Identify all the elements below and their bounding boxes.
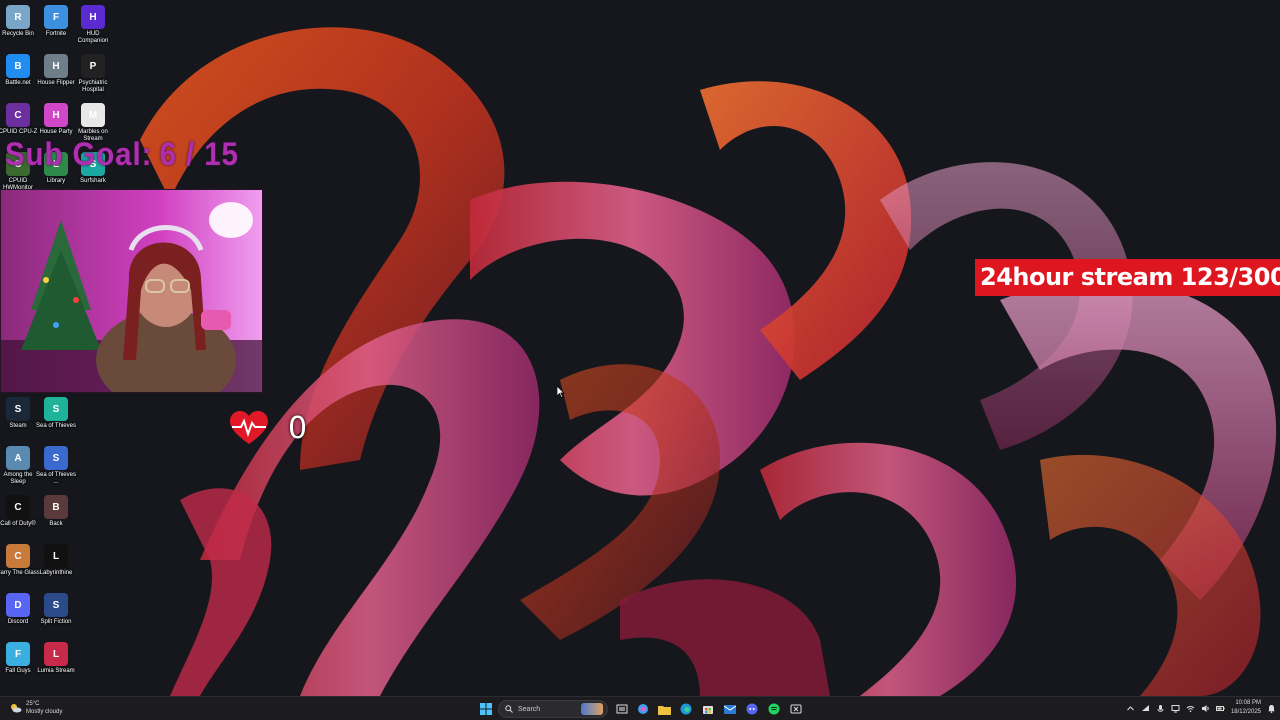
windows-logo-icon — [480, 703, 492, 715]
fall-guys-icon: F — [6, 642, 30, 666]
search-icon — [505, 705, 513, 713]
desktop-icon-label: Sea of Thieves — [36, 423, 76, 429]
outlook-button[interactable] — [722, 701, 738, 717]
cloud-sun-icon — [11, 704, 22, 713]
discord-icon: D — [6, 593, 30, 617]
battlenet-icon: B — [6, 54, 30, 78]
folder-icon — [657, 705, 671, 715]
weather-widget[interactable]: 25°C Mostly cloudy — [10, 700, 62, 716]
sea-of-thieves-icon: S — [44, 397, 68, 421]
wifi-icon[interactable] — [1186, 704, 1195, 713]
desktop-icon-label: Lumia Stream — [37, 668, 75, 674]
taskbar-clock[interactable]: 10:08 PM 18/12/2025 — [1231, 699, 1261, 717]
system-tray: 10:08 PM 18/12/2025 — [1126, 699, 1276, 717]
carry-the-glass-icon: C — [6, 544, 30, 568]
network-icon[interactable] — [1141, 704, 1150, 713]
copilot-button[interactable] — [635, 701, 651, 717]
back-icon: B — [44, 495, 68, 519]
spotify-icon — [768, 703, 780, 715]
microphone-icon[interactable] — [1156, 704, 1165, 713]
weather-description: Mostly cloudy — [26, 709, 63, 715]
heart-rate-widget: 0 — [228, 410, 307, 446]
desktop-icon-music-note[interactable]: S Sea of Thieves ... — [35, 446, 77, 486]
labyrinthine-icon: L — [44, 544, 68, 568]
heart-rate-icon — [230, 411, 268, 444]
discord-taskbar-button[interactable] — [744, 701, 760, 717]
store-button[interactable] — [700, 701, 716, 717]
notification-bell-icon[interactable] — [1267, 704, 1276, 713]
search-highlight-icon — [581, 703, 603, 715]
hud-fx-icon: H — [81, 5, 105, 29]
clock-time: 10:08 PM — [1235, 700, 1261, 706]
call-of-duty-icon: C — [6, 495, 30, 519]
stream-goal-banner: 24hour stream 123/300 — [975, 259, 1280, 296]
webcam-image — [1, 190, 262, 392]
mouse-cursor-icon — [557, 386, 565, 398]
desktop-icon-label: Surfshark — [80, 178, 106, 184]
copilot-icon — [638, 704, 648, 714]
desktop-icon-label: Sea of Thieves ... — [36, 472, 76, 485]
desktop-icon-label: Split Fiction — [40, 619, 72, 625]
start-button[interactable] — [478, 701, 494, 717]
desktop-icon-labyrinthine[interactable]: L Labyrinthine — [35, 544, 77, 577]
webcam-feed — [0, 189, 263, 393]
marbles-icon: M — [81, 103, 105, 127]
split-fiction-icon: S — [44, 593, 68, 617]
spotify-button[interactable] — [766, 701, 782, 717]
house-party-icon: H — [44, 103, 68, 127]
desktop-icon-label: Back — [49, 521, 63, 527]
sub-goal-label: Sub Goal: — [5, 136, 153, 172]
xbox-icon — [790, 704, 802, 714]
desktop-icon-label: Labyrinthine — [39, 570, 73, 576]
store-icon — [703, 706, 713, 714]
sub-goal-value: 6 / 15 — [159, 136, 239, 172]
desktop-icon-label: HUD Companion — [77, 31, 109, 44]
xbox-button[interactable] — [788, 701, 804, 717]
file-explorer-button[interactable] — [656, 701, 672, 717]
discord-taskbar-icon — [746, 703, 758, 715]
weather-temp: 25°C — [26, 701, 40, 707]
house-flipper-icon: H — [44, 54, 68, 78]
taskbar-search-box[interactable]: Search — [498, 700, 608, 718]
mail-icon — [724, 705, 736, 714]
taskbar: 25°C Mostly cloudy Search 10:08 PM 18/12… — [0, 696, 1280, 720]
clock-date: 18/12/2025 — [1230, 709, 1261, 715]
display-icon[interactable] — [1171, 704, 1180, 713]
recycle-bin-icon: R — [6, 5, 30, 29]
music-note-icon: S — [44, 446, 68, 470]
sub-goal-overlay: Sub Goal: 6 / 15 — [5, 136, 239, 173]
edge-browser-icon — [680, 703, 692, 715]
desktop-icon-split-fiction[interactable]: S Split Fiction — [35, 593, 77, 626]
fortnite-icon: F — [44, 5, 68, 29]
cpu-z-icon: C — [6, 103, 30, 127]
desktop-icon-lumia-stream[interactable]: L Lumia Stream — [35, 642, 77, 675]
psychiatric-hospital-icon: P — [81, 54, 105, 78]
edge-button[interactable] — [678, 701, 694, 717]
heart-rate-value: 0 — [288, 410, 308, 446]
desktop-icon-psychiatric-hospital[interactable]: P Psychiatric Hospital — [72, 54, 114, 94]
task-view-icon — [616, 704, 628, 714]
search-placeholder: Search — [518, 705, 541, 713]
volume-icon[interactable] — [1201, 704, 1210, 713]
desktop-icon-label: Psychiatric Hospital — [78, 80, 108, 93]
desktop-icon-hud-fx[interactable]: H HUD Companion — [72, 5, 114, 45]
battery-icon[interactable] — [1215, 704, 1225, 713]
desktop-icon-back[interactable]: B Back — [35, 495, 77, 528]
chevron-up-icon[interactable] — [1126, 704, 1135, 713]
among-the-sleep-icon: A — [6, 446, 30, 470]
desktop-icon-sea-of-thieves[interactable]: S Sea of Thieves — [35, 397, 77, 430]
task-view-button[interactable] — [614, 701, 630, 717]
steam-icon: S — [6, 397, 30, 421]
lumia-stream-icon: L — [44, 642, 68, 666]
